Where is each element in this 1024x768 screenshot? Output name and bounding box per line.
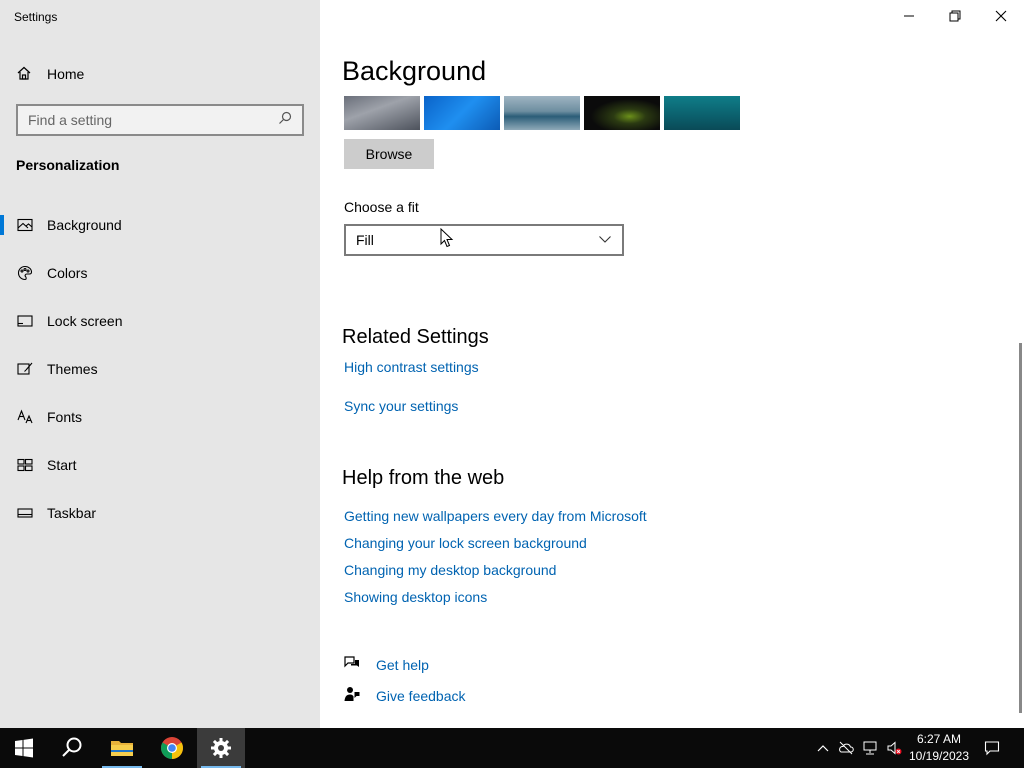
minimize-button[interactable] [886, 0, 932, 32]
restore-icon [949, 10, 961, 22]
taskbar-clock[interactable]: 6:27 AM 10/19/2023 [906, 731, 972, 765]
chevron-down-icon [598, 232, 612, 249]
background-thumbnail[interactable] [344, 96, 420, 130]
background-thumbnail[interactable] [504, 96, 580, 130]
taskbar-search-button[interactable] [48, 728, 96, 768]
volume-muted-icon [887, 741, 902, 755]
cloud-offline-icon [839, 741, 854, 755]
brush-icon [17, 361, 33, 377]
start-button[interactable] [0, 728, 48, 768]
get-help-link[interactable]: Get help [344, 655, 429, 674]
help-link-lock-screen[interactable]: Changing your lock screen background [344, 535, 587, 551]
restore-button[interactable] [932, 0, 978, 32]
scrollbar[interactable] [1019, 343, 1022, 713]
search-input[interactable] [28, 112, 278, 128]
mouse-cursor-icon [440, 228, 454, 248]
close-button[interactable] [978, 0, 1024, 32]
sidebar-item-label: Colors [47, 265, 88, 281]
start-layout-icon [17, 457, 33, 473]
sidebar-item-lock-screen[interactable]: Lock screen [0, 301, 320, 341]
taskbar: 6:27 AM 10/19/2023 [0, 728, 1024, 768]
sidebar-item-themes[interactable]: Themes [0, 349, 320, 389]
onedrive-tray-button[interactable] [836, 738, 856, 758]
home-label: Home [47, 66, 85, 82]
navigation-pane: Settings Home Personalization Background… [0, 0, 320, 728]
sidebar-item-taskbar[interactable]: Taskbar [0, 493, 320, 533]
action-center-button[interactable] [982, 738, 1002, 758]
show-hidden-icons-button[interactable] [813, 738, 833, 758]
gear-icon [211, 738, 231, 758]
search-icon[interactable] [278, 111, 292, 130]
volume-tray-button[interactable] [884, 738, 904, 758]
background-thumbnail[interactable] [424, 96, 500, 130]
notification-icon [984, 741, 1000, 756]
sidebar-item-start[interactable]: Start [0, 445, 320, 485]
settings-taskbar-button[interactable] [197, 728, 245, 768]
sidebar-item-colors[interactable]: Colors [0, 253, 320, 293]
section-label: Personalization [16, 157, 120, 173]
high-contrast-settings-link[interactable]: High contrast settings [344, 359, 479, 375]
chrome-button[interactable] [148, 728, 196, 768]
fit-value: Fill [356, 232, 374, 248]
clock-time: 6:27 AM [916, 732, 962, 746]
folder-icon [111, 741, 133, 756]
give-feedback-link[interactable]: Give feedback [344, 686, 466, 705]
help-link-desktop-background[interactable]: Changing my desktop background [344, 562, 556, 578]
home-nav-item[interactable]: Home [16, 63, 84, 85]
chat-help-icon [344, 655, 360, 674]
network-icon [863, 741, 877, 755]
taskbar-icon [17, 505, 33, 521]
help-link-wallpapers[interactable]: Getting new wallpapers every day from Mi… [344, 508, 647, 524]
browse-button[interactable]: Browse [344, 139, 434, 169]
search-box[interactable] [16, 104, 304, 136]
sync-settings-link[interactable]: Sync your settings [344, 398, 458, 414]
sidebar-item-label: Start [47, 457, 77, 473]
sidebar-item-label: Themes [47, 361, 98, 377]
get-help-label: Get help [376, 656, 429, 673]
background-thumbnail[interactable] [584, 96, 660, 130]
sidebar-item-label: Lock screen [47, 313, 123, 329]
sidebar-item-label: Background [47, 217, 122, 233]
minimize-icon [904, 15, 914, 17]
app-title: Settings [14, 10, 58, 24]
sidebar-item-label: Fonts [47, 409, 83, 425]
sidebar-item-fonts[interactable]: Fonts [0, 397, 320, 437]
picture-icon [17, 217, 33, 233]
clock-date: 10/19/2023 [908, 749, 970, 763]
home-icon [16, 65, 32, 84]
lock-screen-icon [17, 313, 33, 329]
help-from-web-heading: Help from the web [342, 467, 505, 489]
sidebar-item-label: Taskbar [47, 505, 97, 521]
feedback-icon [344, 686, 360, 705]
give-feedback-label: Give feedback [376, 687, 466, 704]
close-icon [995, 10, 1007, 22]
chrome-icon [161, 737, 183, 759]
search-icon [62, 737, 82, 757]
background-thumbnail[interactable] [664, 96, 740, 130]
related-settings-heading: Related Settings [342, 326, 489, 348]
palette-icon [17, 265, 33, 281]
chevron-up-icon [817, 745, 829, 752]
font-icon [17, 409, 33, 425]
file-explorer-button[interactable] [98, 728, 146, 768]
windows-logo-icon [15, 738, 33, 758]
help-link-desktop-icons[interactable]: Showing desktop icons [344, 589, 487, 605]
sidebar-item-background[interactable]: Background [0, 205, 320, 245]
network-tray-button[interactable] [860, 738, 880, 758]
fit-label: Choose a fit [344, 199, 419, 215]
page-title: Background [342, 56, 487, 86]
fit-dropdown[interactable]: Fill [344, 224, 624, 256]
